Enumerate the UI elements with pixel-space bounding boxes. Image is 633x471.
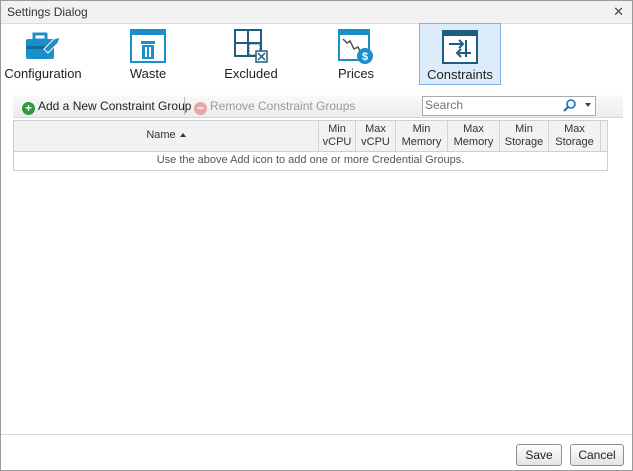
search-options-chevron-down-icon[interactable] (585, 103, 591, 107)
search-box (422, 96, 596, 116)
cancel-button[interactable]: Cancel (570, 444, 624, 466)
tab-configuration-label: Configuration (4, 66, 82, 81)
title-bar: Settings Dialog ✕ (1, 1, 632, 24)
briefcase-wrench-icon (26, 30, 61, 59)
column-header-name[interactable]: Name (14, 121, 319, 151)
settings-dialog: Settings Dialog ✕ Configuration Waste Ex… (0, 0, 633, 471)
tab-configuration[interactable]: Configuration (3, 23, 83, 83)
search-icon[interactable] (562, 98, 578, 114)
tab-excluded-label: Excluded (224, 66, 278, 81)
constraints-arrows-icon (442, 30, 478, 64)
toolbar-separator (184, 97, 185, 115)
dialog-title: Settings Dialog (7, 5, 88, 19)
sort-ascending-icon (179, 133, 186, 137)
column-header-name-label: Name (146, 129, 176, 141)
column-header-max-memory[interactable]: Max Memory (448, 121, 500, 151)
category-tabs: Configuration Waste Excluded $ Prices Co… (1, 23, 632, 85)
svg-text:$: $ (362, 51, 368, 63)
column-header-line: Max (564, 123, 585, 135)
close-icon[interactable]: ✕ (613, 4, 624, 20)
column-header-line: Min (412, 123, 431, 135)
column-header-line: Max (463, 123, 484, 135)
empty-table-message: Use the above Add icon to add one or mor… (156, 154, 465, 166)
table-header: Name Min vCPU Max vCPU Min Memory Max Memory… (14, 121, 607, 152)
column-header-max-storage[interactable]: Max Storage (549, 121, 601, 151)
remove-constraint-groups-label: Remove Constraint Groups (210, 99, 356, 113)
tab-prices-label: Prices (337, 66, 375, 81)
column-header-line: Max (365, 123, 386, 135)
column-header-line: vCPU (322, 136, 352, 148)
tab-waste[interactable]: Waste (108, 23, 188, 83)
column-header-min-storage[interactable]: Min Storage (500, 121, 549, 151)
add-constraint-group-label: Add a New Constraint Group (38, 99, 192, 113)
tab-waste-label: Waste (129, 66, 167, 81)
column-header-line: Min (515, 123, 533, 135)
footer-divider (1, 434, 632, 435)
column-header-min-memory[interactable]: Min Memory (396, 121, 448, 151)
constraints-toolbar: + Add a New Constraint Group − Remove Cons… (13, 95, 623, 118)
column-header-line: Min (328, 123, 346, 135)
column-header-line: Storage (555, 136, 594, 148)
tab-constraints-label: Constraints (427, 67, 493, 82)
column-header-min-vcpu[interactable]: Min vCPU (319, 121, 356, 151)
tab-excluded[interactable]: Excluded (211, 23, 291, 83)
tab-prices[interactable]: $ Prices (316, 23, 396, 83)
column-header-line: vCPU (361, 136, 390, 148)
excluded-grid-icon (234, 29, 268, 63)
column-header-line: Storage (504, 136, 544, 148)
add-circle-icon: + (22, 102, 35, 115)
search-input[interactable] (425, 98, 565, 112)
save-button[interactable]: Save (516, 444, 562, 466)
remove-constraint-groups-button[interactable]: − Remove Constraint Groups (194, 98, 356, 115)
price-chart-icon: $ (338, 29, 373, 64)
column-header-max-vcpu[interactable]: Max vCPU (356, 121, 396, 151)
remove-circle-icon: − (194, 102, 207, 115)
constraint-groups-table: Name Min vCPU Max vCPU Min Memory Max Memory… (13, 120, 608, 171)
trash-window-icon (130, 29, 166, 63)
column-header-line: Memory (453, 136, 494, 148)
tab-constraints[interactable]: Constraints (419, 23, 501, 85)
column-header-line: Memory (401, 136, 442, 148)
add-constraint-group-button[interactable]: + Add a New Constraint Group (22, 98, 192, 115)
